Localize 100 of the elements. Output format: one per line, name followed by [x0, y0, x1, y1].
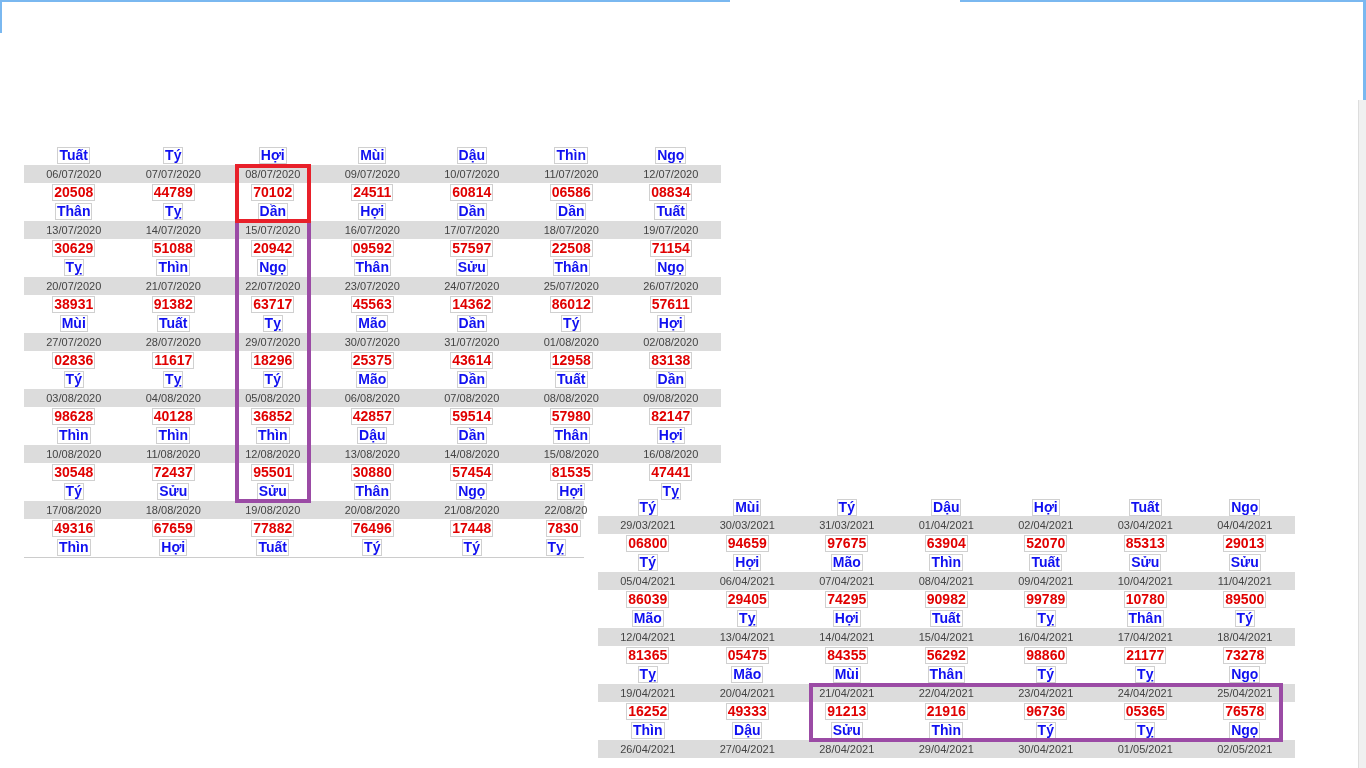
zodiac-label: Mùi: [733, 499, 762, 516]
lottery-number: 17448: [450, 520, 494, 537]
zodiac-label: Tý: [461, 539, 482, 556]
zodiac-label: Tuất: [654, 203, 687, 220]
lottery-number: 72437: [151, 464, 195, 481]
date-cell: 10/08/2020: [24, 445, 124, 463]
lottery-number: 29405: [725, 591, 769, 608]
date-cell: 28/04/2021: [797, 740, 897, 758]
lottery-number: 30880: [350, 464, 394, 481]
zodiac-label: Thìn: [156, 259, 190, 276]
zodiac-label: Mùi: [59, 315, 88, 332]
lottery-number: 05365: [1123, 703, 1167, 720]
lottery-number: 94659: [725, 535, 769, 552]
zodiac-label: Tý: [262, 371, 283, 388]
zodiac-label: Thìn: [929, 722, 963, 739]
lottery-number: 97675: [825, 535, 869, 552]
lottery-number: 86012: [549, 296, 593, 313]
date-cell: 19/08/2020: [223, 501, 323, 519]
lottery-number: 70102: [251, 184, 295, 201]
lottery-number: 63904: [924, 535, 968, 552]
lottery-number: 45563: [350, 296, 394, 313]
zodiac-label: Thân: [353, 483, 391, 500]
lottery-number: 51088: [151, 240, 195, 257]
date-cell: 08/08/2020: [521, 389, 621, 407]
zodiac-label: Dậu: [456, 147, 487, 164]
lottery-number: 20508: [52, 184, 96, 201]
zodiac-label: Thìn: [156, 427, 190, 444]
zodiac-label: Thìn: [929, 554, 963, 571]
zodiac-label: Hợi: [1031, 499, 1060, 516]
date-cell: 15/04/2021: [896, 628, 996, 646]
zodiac-label: Tý: [163, 147, 184, 164]
lottery-number: 81365: [626, 647, 670, 664]
date-cell: 05/08/2020: [223, 389, 323, 407]
lottery-number: 74295: [825, 591, 869, 608]
zodiac-label: Tuất: [157, 315, 190, 332]
lottery-number: 86039: [626, 591, 670, 608]
zodiac-label: Thân: [1126, 610, 1164, 627]
zodiac-label: Tỵ: [660, 483, 681, 500]
lottery-number: 40128: [151, 408, 195, 425]
zodiac-label: Hợi: [656, 315, 685, 332]
zodiac-label: Mão: [830, 554, 863, 571]
zodiac-label: Hợi: [656, 427, 685, 444]
date-cell: 20/04/2021: [697, 684, 797, 702]
lottery-number: 21177: [1124, 647, 1167, 664]
date-cell: 17/08/2020: [24, 501, 124, 519]
zodiac-label: Sửu: [1228, 554, 1261, 571]
date-cell: 27/04/2021: [697, 740, 797, 758]
zodiac-label: Thân: [552, 427, 590, 444]
zodiac-label: Dần: [456, 427, 487, 444]
date-cell: 31/07/2020: [422, 333, 522, 351]
lottery-number: 57597: [450, 240, 494, 257]
zodiac-label: Hợi: [258, 147, 287, 164]
date-cell: 31/03/2021: [797, 516, 897, 534]
lottery-number: 56292: [924, 647, 968, 664]
zodiac-label: Tỵ: [1135, 666, 1156, 683]
zodiac-label: Tý: [637, 499, 658, 516]
date-cell: 20/07/2020: [24, 277, 124, 295]
lottery-number: 82147: [649, 408, 693, 425]
lottery-number: 7830: [545, 520, 581, 537]
zodiac-label: Dậu: [931, 499, 962, 516]
date-cell: 18/08/2020: [123, 501, 223, 519]
zodiac-label: Mão: [631, 610, 664, 627]
zodiac-label: Tý: [63, 371, 84, 388]
zodiac-label: Tuất: [256, 539, 289, 556]
lottery-number: 49316: [52, 520, 96, 537]
zodiac-label: Ngọ: [1229, 666, 1261, 683]
date-cell: 12/07/2020: [621, 165, 721, 183]
zodiac-label: Sửu: [157, 483, 190, 500]
date-cell: 14/07/2020: [123, 221, 223, 239]
date-cell: 02/04/2021: [996, 516, 1096, 534]
lottery-number: 42857: [350, 408, 394, 425]
date-cell: 14/04/2021: [797, 628, 897, 646]
zodiac-label: Tý: [1035, 722, 1056, 739]
lottery-number: 89500: [1223, 591, 1267, 608]
lottery-number: 52070: [1024, 535, 1068, 552]
date-cell: 09/04/2021: [996, 572, 1096, 590]
date-cell: 09/07/2020: [322, 165, 422, 183]
zodiac-label: Dần: [456, 315, 487, 332]
date-cell: 13/07/2020: [24, 221, 124, 239]
zodiac-label: Mão: [356, 315, 389, 332]
lottery-number: 11617: [152, 352, 195, 369]
zodiac-label: Thìn: [554, 147, 588, 164]
lottery-number: 67659: [151, 520, 195, 537]
lottery-number: 30629: [52, 240, 96, 257]
zodiac-label: Tỵ: [1135, 722, 1156, 739]
date-cell: 16/08/2020: [621, 445, 721, 463]
lottery-number: 30548: [52, 464, 96, 481]
lottery-number: 10780: [1123, 591, 1167, 608]
date-cell: 06/08/2020: [322, 389, 422, 407]
zodiac-label: Ngọ: [655, 147, 687, 164]
lottery-number: 20942: [251, 240, 295, 257]
lottery-number: 06800: [626, 535, 670, 552]
lottery-number: 59514: [450, 408, 494, 425]
lottery-number: 60814: [450, 184, 494, 201]
lottery-number: 14362: [450, 296, 494, 313]
zodiac-label: Thìn: [255, 427, 290, 444]
zodiac-label: Tý: [836, 499, 857, 516]
zodiac-label: Tỵ: [637, 666, 658, 683]
lottery-number: 16252: [626, 703, 670, 720]
zodiac-label: Tuất: [1029, 554, 1062, 571]
